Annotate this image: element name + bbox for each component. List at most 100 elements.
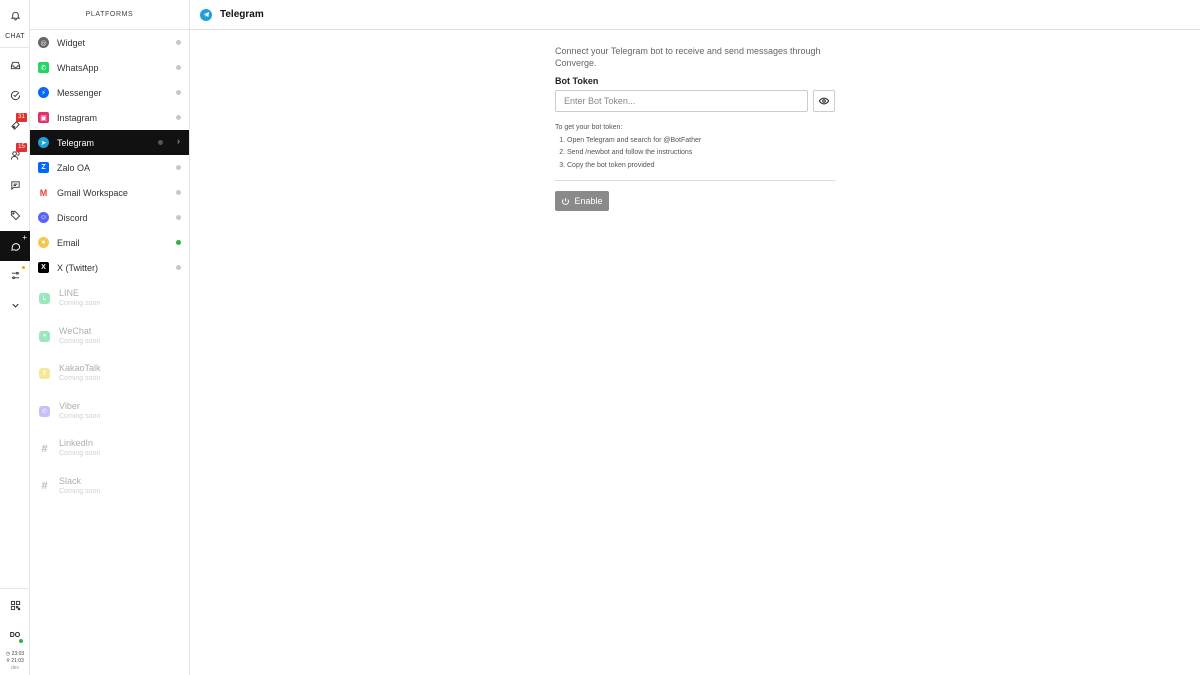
coming-soon-name: Slack — [59, 475, 82, 486]
help-section: To get your bot token: Open Telegram and… — [555, 122, 836, 172]
notifications-button[interactable] — [0, 0, 30, 30]
platform-label: Discord — [57, 212, 88, 223]
instagram-icon: ▣ — [38, 112, 49, 123]
coming-soon-name: Viber — [59, 400, 80, 411]
coming-soon-label: Coming soon — [59, 412, 101, 420]
coming-soon-item-line: L LINE Coming soon — [30, 280, 189, 318]
zalo-icon: Z — [38, 162, 49, 173]
online-status-dot — [19, 639, 23, 643]
kakaotalk-icon: T — [39, 368, 50, 380]
platform-label: Widget — [57, 37, 86, 48]
help-step: Send /newbot and follow the instructions — [567, 147, 836, 160]
inbox-icon — [10, 61, 20, 69]
wechat-icon: ● — [39, 330, 50, 342]
gmail-icon: M — [38, 187, 49, 198]
whatsapp-icon: ✆ — [38, 62, 49, 73]
coming-soon-list: L LINE Coming soon ● WeChat Coming soon T Kakao… — [30, 280, 189, 505]
platform-item-whatsapp[interactable]: ✆ WhatsApp — [30, 55, 189, 80]
help-title: To get your bot token: — [555, 124, 623, 131]
token-row — [555, 90, 836, 112]
telegram-icon: ➤ — [38, 137, 49, 148]
status-dot — [176, 190, 181, 195]
time-second: 21:03 — [11, 658, 24, 664]
contacts-count-badge: 15 — [16, 143, 27, 152]
bot-token-input[interactable] — [555, 90, 808, 112]
enable-label: Enable — [574, 196, 603, 206]
x-twitter-icon: X — [38, 262, 49, 273]
coming-soon-label: Coming soon — [59, 487, 101, 495]
platform-label: Instagram — [57, 112, 98, 123]
tickets-count-badge: 31 — [16, 113, 27, 122]
form-divider — [555, 180, 836, 181]
expand-more-button[interactable] — [0, 290, 30, 320]
status-dot — [176, 40, 181, 45]
coming-soon-label: Coming soon — [59, 375, 101, 383]
time-first: 23:03 — [11, 651, 25, 657]
tags-button[interactable] — [0, 200, 30, 230]
update-dot — [22, 266, 25, 269]
coming-soon-name: LINE — [59, 288, 80, 299]
line-icon: L — [39, 293, 50, 305]
page-title: Telegram — [220, 9, 264, 20]
messenger-icon: ⚡ — [38, 87, 49, 98]
sliders-icon — [11, 271, 19, 279]
toggle-visibility-button[interactable] — [813, 90, 835, 112]
platform-label: Email — [57, 237, 80, 248]
platform-label: X (Twitter) — [57, 262, 99, 273]
coming-soon-name: WeChat — [59, 325, 92, 336]
platform-item-x-twitter[interactable]: X X (Twitter) — [30, 255, 189, 280]
platform-item-zalo-oa[interactable]: Z Zalo OA — [30, 155, 189, 180]
platform-item-email[interactable]: ● Email — [30, 230, 189, 255]
tasks-button[interactable] — [0, 80, 30, 110]
page-header: Telegram — [190, 0, 1200, 30]
check-circle-icon — [10, 90, 20, 100]
linkedin-hash-icon: # — [41, 442, 48, 455]
coming-soon-item-viber: ✆ Viber Coming soon — [30, 393, 189, 431]
help-step: Open Telegram and search for @BotFather — [567, 135, 836, 148]
inbox-button[interactable] — [0, 50, 30, 80]
chat-bubble-icon — [10, 242, 20, 251]
status-dot — [176, 65, 181, 70]
main-content: Telegram Connect your Telegram bot to re… — [190, 0, 1200, 675]
chat-channels-button[interactable]: + — [0, 231, 30, 261]
intro-text: Connect your Telegram bot to receive and… — [555, 46, 821, 68]
coming-soon-text: KakaoTalk Coming soon — [59, 363, 101, 384]
rail-bottom-divider — [0, 588, 30, 589]
help-steps: Open Telegram and search for @BotFather … — [555, 135, 836, 173]
coming-soon-item-slack: # Slack Coming soon — [30, 468, 189, 506]
platform-item-discord[interactable]: ☺ Discord — [30, 205, 189, 230]
coming-soon-label: Coming soon — [59, 337, 101, 345]
platform-item-telegram[interactable]: ➤ Telegram › — [30, 130, 189, 155]
platform-item-instagram[interactable]: ▣ Instagram — [30, 105, 189, 130]
platform-item-gmail-workspace[interactable]: M Gmail Workspace — [30, 180, 189, 205]
settings-sliders-button[interactable] — [0, 260, 30, 290]
message-square-icon — [10, 180, 20, 190]
platforms-header: PLATFORMS — [30, 0, 189, 30]
coming-soon-label: Coming soon — [59, 300, 101, 308]
coming-soon-item-linkedin: # LinkedIn Coming soon — [30, 430, 189, 468]
eye-icon — [819, 97, 829, 105]
coming-soon-text: WeChat Coming soon — [59, 326, 100, 347]
telegram-connect-form: Connect your Telegram bot to receive and… — [555, 45, 836, 211]
tickets-button[interactable]: 31 — [0, 110, 30, 140]
enable-button[interactable]: Enable — [555, 191, 609, 211]
clock-readout: ◷ 23:03 ⚲ 21:03 dev — [0, 651, 30, 672]
discord-icon: ☺ — [38, 212, 49, 223]
platform-item-messenger[interactable]: ⚡ Messenger — [30, 80, 189, 105]
help-step: Copy the bot token provided — [567, 160, 836, 173]
contacts-button[interactable]: 15 — [0, 140, 30, 170]
coming-soon-name: KakaoTalk — [59, 363, 101, 374]
status-dot — [176, 265, 181, 270]
conversations-button[interactable] — [0, 170, 30, 200]
platform-item-widget[interactable]: ◎ Widget — [30, 30, 189, 55]
status-dot — [176, 115, 181, 120]
qr-code-button[interactable] — [0, 590, 30, 620]
platforms-panel: PLATFORMS ◎ Widget ✆ WhatsApp ⚡ Messenger ▣ Ins… — [30, 0, 190, 675]
platform-label: WhatsApp — [57, 62, 99, 73]
coming-soon-name: LinkedIn — [59, 438, 94, 449]
rail-section-label: CHAT — [5, 33, 25, 40]
bell-icon — [10, 11, 20, 21]
bot-token-label: Bot Token — [555, 76, 599, 86]
coming-soon-text: LinkedIn Coming soon — [59, 438, 100, 459]
coming-soon-item-kakaotalk: T KakaoTalk Coming soon — [30, 355, 189, 393]
